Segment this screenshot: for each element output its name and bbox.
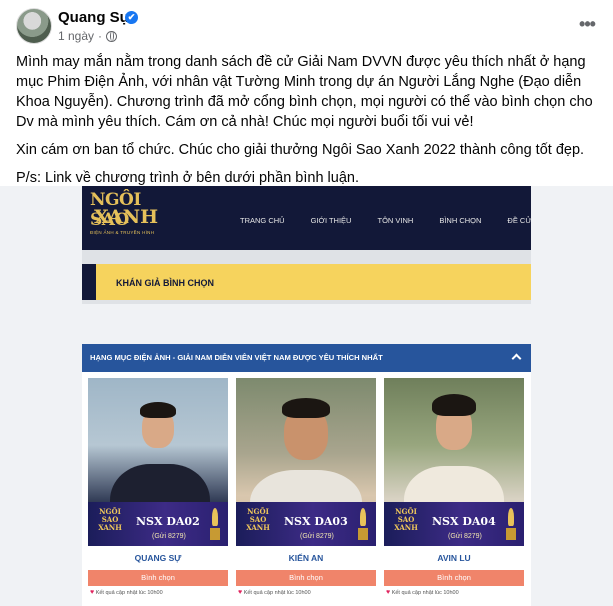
heart-icon: ♥ xyxy=(238,589,243,596)
candidate-photo: NGÔI SAO XANH NSX DA02 (Gửi 8279) xyxy=(88,378,228,546)
candidate-sms: (Gửi 8279) xyxy=(448,533,482,540)
candidate-card: NGÔI SAO XANH NSX DA03 (Gửi 8279) KIẾN A… xyxy=(236,378,376,600)
candidate-code: NSX DA03 xyxy=(284,515,348,528)
candidate-hair xyxy=(140,402,176,418)
nsx-logo: NGÔI SAO XANH xyxy=(394,507,418,532)
site-nav-menu: TRANG CHỦ GIỚI THIỆU TÔN VINH BÌNH CHỌN … xyxy=(240,216,558,225)
vote-button: Bình chọn xyxy=(236,570,376,586)
update-text: Kết quả cập nhật lúc 10h00 xyxy=(391,590,459,596)
candidate-cards: NGÔI SAO XANH NSX DA02 (Gửi 8279) QUANG … xyxy=(88,378,528,600)
chevron-up-icon xyxy=(511,352,521,362)
candidate-photo: NGÔI SAO XANH NSX DA04 (Gửi 8279) xyxy=(384,378,524,546)
candidate-code: NSX DA04 xyxy=(432,515,496,528)
vote-section-screenshot: HẠNG MỤC ĐIỆN ẢNH - GIẢI NAM DIỄN VIÊN V… xyxy=(82,344,531,606)
post-body: Mình may mắn nằm trong danh sách đề cử G… xyxy=(16,52,601,196)
site-navbar: NGÔI SAO XANH ĐIỆN ẢNH & TRUYỀN HÌNH TRA… xyxy=(82,186,532,250)
candidate-name: QUANG SỰ xyxy=(88,546,228,570)
candidate-name: AVIN LU xyxy=(384,546,524,570)
logo-text-bottom: XANH xyxy=(94,206,159,228)
post-paragraph: P/s: Link về chương trình ở bên dưới phầ… xyxy=(16,170,359,186)
update-text: Kết quả cập nhật lúc 10h00 xyxy=(243,590,311,596)
heart-icon: ♥ xyxy=(386,589,391,596)
nsx-logo: NGÔI SAO XANH xyxy=(246,507,270,532)
candidate-photo: NGÔI SAO XANH NSX DA03 (Gửi 8279) xyxy=(236,378,376,546)
candidate-name: KIẾN AN xyxy=(236,546,376,570)
banner-title: KHÁN GIẢ BÌNH CHỌN xyxy=(116,278,214,288)
candidate-code: NSX DA02 xyxy=(136,515,200,528)
category-title: HẠNG MỤC ĐIỆN ẢNH - GIẢI NAM DIỄN VIÊN V… xyxy=(90,353,383,362)
update-text: Kết quả cập nhật lúc 10h00 xyxy=(95,590,163,596)
vote-button: Bình chọn xyxy=(384,570,524,586)
post-paragraph: Xin cám ơn ban tổ chức. Chúc cho giải th… xyxy=(16,142,585,158)
website-header-screenshot: NGÔI SAO XANH ĐIỆN ẢNH & TRUYỀN HÌNH TRA… xyxy=(82,186,532,304)
update-note: ♥ Kết quả cập nhật lúc 10h00 xyxy=(88,586,228,600)
update-note: ♥ Kết quả cập nhật lúc 10h00 xyxy=(236,586,376,600)
candidate-card: NGÔI SAO XANH NSX DA04 (Gửi 8279) AVIN L… xyxy=(384,378,524,600)
candidate-card: NGÔI SAO XANH NSX DA02 (Gửi 8279) QUANG … xyxy=(88,378,228,600)
category-header: HẠNG MỤC ĐIỆN ẢNH - GIẢI NAM DIỄN VIÊN V… xyxy=(82,344,531,372)
logo-subtitle: ĐIỆN ẢNH & TRUYỀN HÌNH xyxy=(90,230,155,235)
banner-strip: KHÁN GIẢ BÌNH CHỌN xyxy=(82,264,531,300)
trophy-icon xyxy=(356,508,370,542)
author-avatar[interactable] xyxy=(16,8,52,44)
site-logo: NGÔI SAO XANH ĐIỆN ẢNH & TRUYỀN HÌNH xyxy=(90,190,162,246)
trophy-icon xyxy=(504,508,518,542)
post-time[interactable]: 1 ngày xyxy=(58,29,94,43)
separator-dot: · xyxy=(98,29,103,43)
nsx-label-strip: NGÔI SAO XANH NSX DA04 (Gửi 8279) xyxy=(384,502,524,546)
nav-item-about: GIỚI THIỆU xyxy=(310,216,352,225)
vote-button: Bình chọn xyxy=(88,570,228,586)
nsx-label-strip: NGÔI SAO XANH NSX DA03 (Gửi 8279) xyxy=(236,502,376,546)
candidate-hair xyxy=(282,398,330,418)
site-banner: KHÁN GIẢ BÌNH CHỌN xyxy=(82,250,531,304)
more-options-icon[interactable]: ••• xyxy=(575,12,599,36)
author-name[interactable]: Quang Sự xyxy=(58,9,131,26)
nsx-logo: NGÔI SAO XANH xyxy=(98,507,122,532)
candidate-sms: (Gửi 8279) xyxy=(300,533,334,540)
verified-badge-icon: ✔ xyxy=(125,11,138,24)
heart-icon: ♥ xyxy=(90,589,95,596)
candidate-sms: (Gửi 8279) xyxy=(152,533,186,540)
post-meta: 1 ngày · xyxy=(58,29,118,43)
nav-item-honor: TÔN VINH xyxy=(377,216,414,225)
nav-item-nominate: ĐỀ CỬ xyxy=(507,216,532,225)
nsx-label-strip: NGÔI SAO XANH NSX DA02 (Gửi 8279) xyxy=(88,502,228,546)
update-note: ♥ Kết quả cập nhật lúc 10h00 xyxy=(384,586,524,600)
post-header: Quang Sự ✔ 1 ngày · ••• xyxy=(0,0,613,50)
nav-item-vote: BÌNH CHỌN xyxy=(439,216,482,225)
globe-icon[interactable] xyxy=(106,30,118,42)
post-paragraph: Mình may mắn nằm trong danh sách đề cử G… xyxy=(16,54,593,130)
candidate-hair xyxy=(432,394,476,416)
trophy-icon xyxy=(208,508,222,542)
nav-item-home: TRANG CHỦ xyxy=(240,216,285,225)
